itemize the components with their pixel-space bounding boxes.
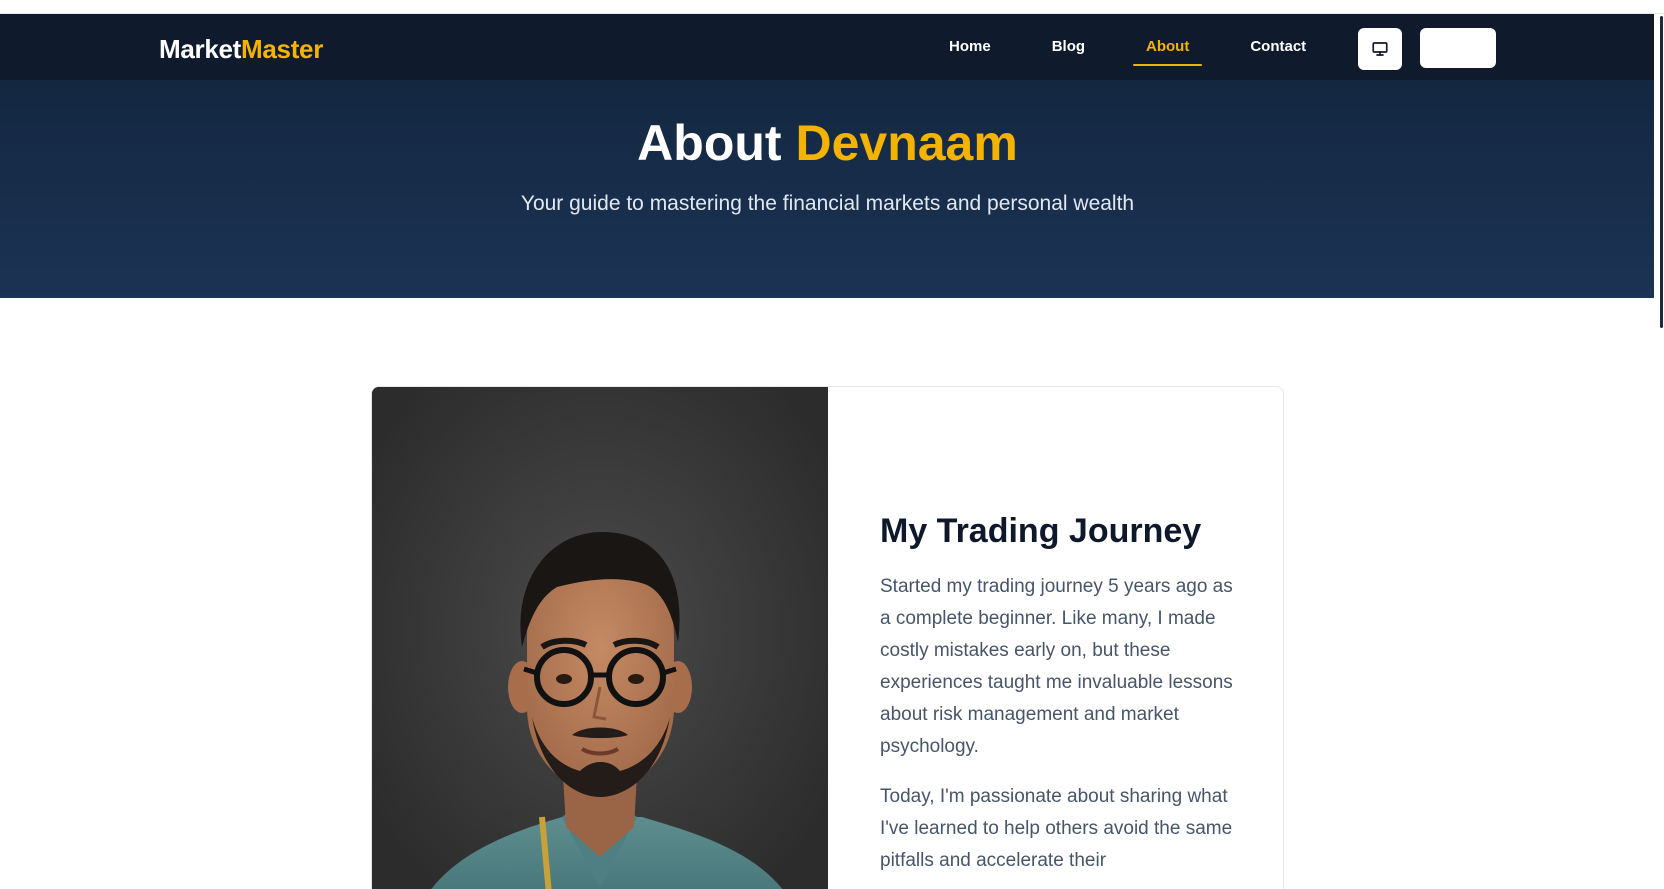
- hero-title-name: Devnaam: [795, 115, 1018, 171]
- site-logo[interactable]: MarketMaster: [159, 34, 323, 64]
- profile-photo: [372, 387, 828, 889]
- logo-text-market: Market: [159, 34, 242, 64]
- hero-section: About Devnaam Your guide to mastering th…: [0, 80, 1660, 298]
- hero-title: About Devnaam: [0, 114, 1655, 172]
- nav-link-contact[interactable]: Contact: [1237, 14, 1319, 80]
- browser-top-strip: [0, 0, 1664, 14]
- logo-text-master: Master: [241, 34, 324, 64]
- nav-link-home[interactable]: Home: [936, 14, 1004, 80]
- about-content: My Trading Journey Started my trading jo…: [880, 511, 1240, 889]
- nav-link-blog[interactable]: Blog: [1039, 14, 1098, 80]
- hero-subtitle: Your guide to mastering the financial ma…: [520, 192, 1135, 215]
- page-scrollbar[interactable]: [1654, 14, 1664, 889]
- theme-toggle-button[interactable]: [1358, 28, 1402, 70]
- page: MarketMaster Home Blog About Contact Abo…: [0, 14, 1664, 889]
- scrollbar-thumb[interactable]: [1660, 16, 1663, 328]
- about-heading: My Trading Journey: [880, 512, 1202, 550]
- nav-links: Home Blog About Contact: [936, 14, 1319, 80]
- monitor-icon: [1372, 42, 1388, 56]
- header-action-button[interactable]: [1420, 28, 1496, 68]
- hero-title-prefix: About: [637, 115, 782, 171]
- about-paragraph-1: Started my trading journey 5 years ago a…: [880, 576, 1233, 757]
- about-paragraph-2: Today, I'm passionate about sharing what…: [880, 786, 1233, 871]
- navbar: MarketMaster Home Blog About Contact: [0, 14, 1660, 80]
- about-card: My Trading Journey Started my trading jo…: [371, 386, 1284, 889]
- profile-photo-illustration: [372, 387, 828, 889]
- nav-link-about[interactable]: About: [1133, 14, 1203, 80]
